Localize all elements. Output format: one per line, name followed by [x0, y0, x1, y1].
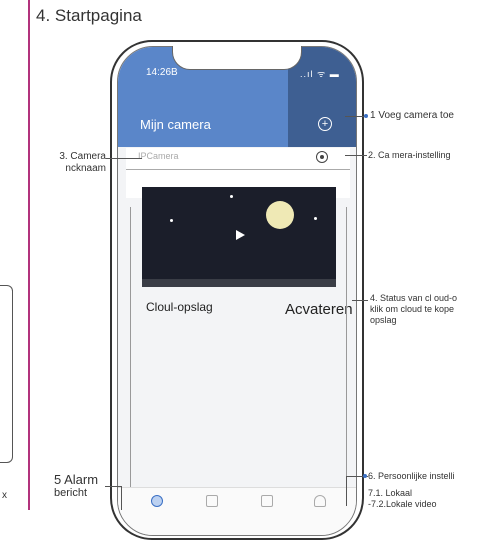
header-title: Mijn camera [140, 117, 211, 132]
status-icons: ..ıl ᯤ ▬ [300, 69, 340, 79]
callout-camera-nickname-1: 3. Camera [59, 151, 106, 162]
tab-profile-icon[interactable] [314, 495, 326, 507]
leader-dot [364, 114, 368, 118]
callout-cloud-status-1: 4. Status van cl oud-o [370, 293, 458, 303]
callout-local-1: 7.1. Lokaal [368, 488, 413, 498]
leader-line [346, 476, 347, 506]
callout-cloud-status-2: klik om cloud te kope [370, 304, 455, 314]
leader-dot [363, 474, 367, 478]
leader-line [345, 155, 367, 156]
star-icon [314, 217, 317, 220]
callout-cloud-status-3: opslag [370, 315, 397, 325]
page-title: 4. Startpagina [36, 6, 142, 25]
callout-camera-nickname-2: ncknaam [65, 163, 106, 174]
cloud-storage-label[interactable]: Cloul-opslag [146, 300, 213, 314]
activate-button[interactable]: Acvateren [285, 301, 353, 318]
callout-camera-settings: 2. Ca mera-instelling [368, 150, 451, 160]
phone-screen: 14:26B ..ıl ᯤ ▬ Mijn camera + IPCamera C… [117, 46, 357, 536]
callout-alarm-1: 5 Alarm [54, 472, 99, 487]
add-camera-button[interactable]: + [318, 117, 332, 131]
card-divider [126, 169, 350, 170]
leader-line [121, 486, 122, 510]
moon-icon [266, 201, 294, 229]
gear-icon[interactable] [316, 151, 328, 163]
leader-line [106, 158, 142, 159]
tab-camera-icon[interactable] [151, 495, 163, 507]
screen-edge-line [346, 207, 347, 487]
camera-nickname: IPCamera [138, 151, 179, 161]
leader-line [105, 486, 121, 487]
leader-line [352, 300, 368, 301]
tab-gallery-icon[interactable] [261, 495, 273, 507]
preview-bar [142, 279, 336, 287]
callout-personal-settings: 6. Persoonlijke instelli [368, 471, 455, 481]
star-icon [170, 219, 173, 222]
screen-edge-line [130, 207, 131, 487]
left-device-fragment [0, 285, 13, 463]
phone-notch [172, 46, 302, 70]
callout-add-camera: 1 Voeg camera toe [370, 110, 454, 121]
status-time: 14:26B [146, 67, 178, 78]
play-icon[interactable] [236, 230, 245, 240]
callout-alarm-2: bericht [54, 487, 88, 499]
left-fragment-char: x [2, 490, 7, 501]
sidebar-rule [28, 0, 30, 510]
star-icon [230, 195, 233, 198]
callout-local-2: -7.2.Lokale video [368, 499, 437, 509]
tab-alarm-icon[interactable] [206, 495, 218, 507]
